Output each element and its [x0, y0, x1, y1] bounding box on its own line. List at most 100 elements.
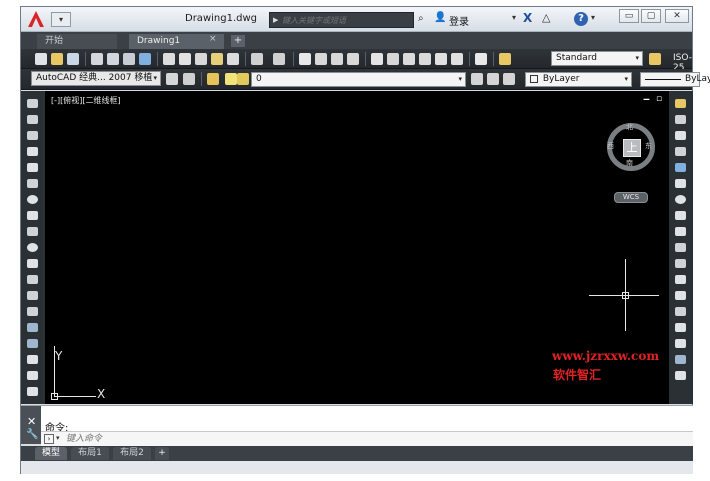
rotate-icon[interactable] — [675, 195, 686, 204]
text-style-icon[interactable] — [499, 53, 511, 65]
help-toolbar-icon[interactable] — [475, 53, 487, 65]
break-at-point-icon[interactable] — [675, 275, 686, 284]
search-box[interactable]: ▶ — [269, 12, 414, 28]
paste-icon[interactable] — [195, 53, 207, 65]
drawing-canvas[interactable]: [-][俯视][二维线框] ‒ ▫ ✕ 上 北 南 东 西 WCS Y X ww… — [45, 91, 678, 404]
new-file-icon[interactable] — [35, 53, 47, 65]
gradient-icon[interactable] — [27, 339, 38, 348]
print-icon[interactable] — [91, 53, 103, 65]
erase-icon[interactable] — [675, 99, 686, 108]
tab-model[interactable]: 模型 — [35, 447, 67, 460]
viewcube[interactable]: 上 北 南 东 西 — [607, 123, 655, 171]
fillet-icon[interactable] — [675, 339, 686, 348]
tab-layout1[interactable]: 布局1 — [71, 447, 109, 460]
explode-icon[interactable] — [675, 371, 686, 380]
close-button[interactable]: ✕ — [665, 9, 689, 23]
print-preview-icon[interactable] — [107, 53, 119, 65]
sheet-set-icon[interactable] — [419, 53, 431, 65]
revision-cloud-icon[interactable] — [27, 211, 38, 220]
tab-close-icon[interactable]: × — [209, 34, 217, 44]
viewcube-east[interactable]: 东 — [645, 141, 652, 151]
mirror-icon[interactable] — [675, 131, 686, 140]
color-select[interactable]: ByLayer ▾ — [525, 72, 632, 87]
zoom-realtime-icon[interactable] — [315, 53, 327, 65]
table-icon[interactable] — [27, 371, 38, 380]
move-icon[interactable] — [675, 179, 686, 188]
layer-previous-icon[interactable] — [487, 73, 499, 85]
tab-layout2[interactable]: 布局2 — [113, 447, 151, 460]
scale-icon[interactable] — [675, 211, 686, 220]
markup-icon[interactable] — [435, 53, 447, 65]
dimension-style-icon[interactable] — [649, 53, 661, 65]
wrench-icon[interactable]: 🔧 — [26, 429, 38, 440]
layer-on-bulb-icon[interactable] — [225, 73, 237, 85]
login-button[interactable]: 登录 — [449, 13, 469, 28]
minimize-button[interactable]: ▭ — [619, 9, 639, 23]
layer-select[interactable]: 0 ▾ — [251, 72, 466, 87]
array-icon[interactable] — [675, 163, 686, 172]
viewcube-top-face[interactable]: 上 — [623, 139, 641, 157]
tab-start[interactable]: 开始 — [37, 34, 117, 49]
help-icon[interactable]: ? — [574, 12, 588, 26]
help-dropdown-icon[interactable]: ▾ — [591, 13, 595, 22]
region-icon[interactable] — [27, 355, 38, 364]
ellipse-arc-icon[interactable] — [27, 259, 38, 268]
add-layout-button[interactable]: + — [155, 447, 169, 460]
copy-object-icon[interactable] — [675, 115, 686, 124]
point-icon[interactable] — [27, 307, 38, 316]
ellipse-icon[interactable] — [27, 243, 38, 252]
zoom-window-icon[interactable] — [331, 53, 343, 65]
gear-icon[interactable] — [166, 73, 178, 85]
offset-icon[interactable] — [675, 147, 686, 156]
break-icon[interactable] — [675, 291, 686, 300]
command-grip[interactable]: ✕ 🔧 — [21, 406, 41, 444]
wcs-menu-button[interactable]: WCS — [614, 192, 648, 203]
login-dropdown-icon[interactable]: ▾ — [512, 13, 516, 22]
open-file-icon[interactable] — [51, 53, 63, 65]
viewport-restore-icon[interactable]: ▫ — [656, 94, 662, 104]
workspace-toggle-icon[interactable] — [183, 73, 195, 85]
workspace-select[interactable]: AutoCAD 经典... 2007 移植 ▾ — [31, 71, 161, 86]
cut-icon[interactable] — [163, 53, 175, 65]
undo-icon[interactable] — [251, 53, 263, 65]
extend-icon[interactable] — [675, 259, 686, 268]
layer-freeze-icon[interactable] — [237, 73, 249, 85]
exchange-apps-icon[interactable]: X — [523, 11, 532, 25]
stretch-icon[interactable] — [675, 227, 686, 236]
connect-icon[interactable]: △ — [542, 11, 550, 24]
quick-access-dropdown[interactable]: ▾ — [51, 12, 71, 27]
rectangle-icon[interactable] — [27, 163, 38, 172]
chevron-down-icon[interactable]: ▾ — [56, 434, 60, 442]
close-icon[interactable]: ✕ — [27, 415, 36, 428]
design-center-icon[interactable] — [387, 53, 399, 65]
plot-icon[interactable] — [123, 53, 135, 65]
multiline-text-icon[interactable] — [27, 387, 38, 396]
match-properties-icon[interactable] — [211, 53, 223, 65]
viewport-minimize-icon[interactable]: ‒ — [643, 94, 650, 105]
text-style-select[interactable]: Standard ▾ — [551, 51, 643, 66]
viewcube-south[interactable]: 南 — [626, 158, 633, 168]
search-expand-icon[interactable]: ▶ — [273, 16, 278, 24]
tool-palettes-icon[interactable] — [403, 53, 415, 65]
viewport-controls-label[interactable]: [-][俯视][二维线框] — [51, 95, 121, 106]
zoom-previous-icon[interactable] — [347, 53, 359, 65]
properties-icon[interactable] — [371, 53, 383, 65]
construction-line-icon[interactable] — [27, 115, 38, 124]
layer-state-icon[interactable] — [503, 73, 515, 85]
copy-icon[interactable] — [179, 53, 191, 65]
hatch-icon[interactable] — [27, 323, 38, 332]
line-icon[interactable] — [27, 99, 38, 108]
join-icon[interactable] — [675, 307, 686, 316]
save-icon[interactable] — [67, 53, 79, 65]
circle-icon[interactable] — [27, 195, 38, 204]
command-input[interactable] — [66, 433, 466, 445]
pan-icon[interactable] — [299, 53, 311, 65]
insert-block-icon[interactable] — [27, 275, 38, 284]
calculator-icon[interactable] — [451, 53, 463, 65]
publish-icon[interactable] — [139, 53, 151, 65]
make-current-layer-icon[interactable] — [471, 73, 483, 85]
linetype-select[interactable]: ByLay — [640, 72, 710, 87]
user-icon[interactable]: 👤 — [434, 12, 446, 23]
binoculars-icon[interactable]: ⌕ — [418, 13, 424, 24]
autocad-logo-icon[interactable] — [27, 10, 45, 28]
